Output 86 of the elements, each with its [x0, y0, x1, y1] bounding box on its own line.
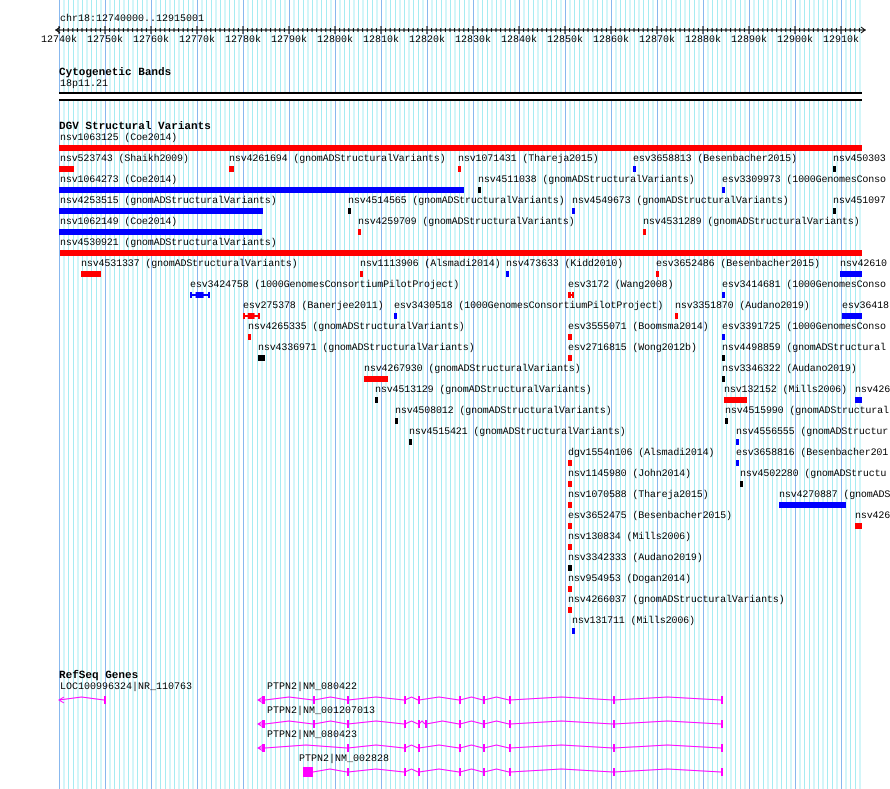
tick-label: 12900k — [777, 35, 813, 47]
variant-label[interactable]: nsv4531289 (gnomADStructuralVariants) — [643, 217, 860, 229]
variant-label[interactable]: nsv4259709 (gnomADStructuralVariants) — [358, 217, 574, 229]
variant-label[interactable]: nsv3346322 (Audano2019) — [722, 364, 857, 376]
variant-label[interactable]: nsv4514565 (gnomADStructuralVariants) — [348, 196, 564, 208]
tick-label: 12800k — [317, 35, 353, 47]
tick-label: 12850k — [547, 35, 583, 47]
variant-label[interactable]: esv3172 (Wang2008) — [568, 280, 674, 292]
variant-label[interactable]: esv3430518 (1000GenomesConsortiumPilotProject) — [394, 301, 664, 313]
variant-label[interactable]: nsv4515421 (gnomADStructuralVariants) — [409, 427, 626, 439]
variant-label[interactable]: nsv4270887 (gnomADS — [779, 490, 890, 502]
variant-label[interactable]: nsv1070588 (Thareja2015) — [568, 490, 708, 502]
variant-label[interactable]: esv3652475 (Besenbacher2015) — [568, 511, 732, 523]
variant-label[interactable]: nsv451097 — [833, 196, 886, 208]
gene-label[interactable]: PTPN2|NM_002828 — [299, 754, 390, 766]
variant-label[interactable]: nsv4556555 (gnomADStructur — [736, 427, 888, 439]
tick-label: 12740k — [41, 35, 77, 47]
variant-label[interactable]: nsv1062149 (Coe2014) — [60, 217, 178, 229]
track-title: DGV Structural Variants — [59, 121, 211, 133]
variant-label[interactable]: nsv4531337 (gnomADStructuralVariants) — [81, 259, 298, 271]
variant-label[interactable]: nsv4502280 (gnomADStructu — [740, 469, 886, 481]
variant-label[interactable]: nsv4513129 (gnomADStructuralVariants) — [375, 385, 592, 397]
tick-label: 12780k — [225, 35, 261, 47]
gene-label[interactable]: LOC100996324|NR_110763 — [60, 682, 192, 694]
tick-label: 12820k — [409, 35, 445, 47]
variant-label[interactable]: nsv4508012 (gnomADStructuralVariants) — [395, 406, 612, 418]
region-title: chr18:12740000..12915001 — [60, 14, 204, 26]
variant-label[interactable]: esv3391725 (1000GenomesConso — [722, 322, 886, 334]
variant-label[interactable]: nsv1071431 (Thareja2015) — [458, 154, 598, 166]
variant-label[interactable]: nsv1064273 (Coe2014) — [60, 175, 178, 187]
variant-label[interactable]: nsv4549673 (gnomADStructuralVariants) — [572, 196, 788, 208]
variant-label[interactable]: nsv3351870 (Audano2019) — [675, 301, 810, 313]
variant-label[interactable]: nsv450303 — [833, 154, 886, 166]
tick-label: 12810k — [363, 35, 399, 47]
variant-label[interactable]: nsv473633 (Kidd2010) — [506, 259, 624, 271]
variant-label[interactable]: esv275378 (Banerjee2011) — [243, 301, 384, 313]
tick-label: 12760k — [133, 35, 169, 47]
variant-label[interactable]: nsv42610 — [840, 259, 887, 271]
variant-label[interactable]: nsv1145980 (John2014) — [568, 469, 691, 481]
variant-label[interactable]: nsv4261694 (gnomADStructuralVariants) — [229, 154, 446, 166]
variant-label[interactable]: nsv132152 (Mills2006) — [724, 385, 847, 397]
variant-label[interactable]: nsv4530921 (gnomADStructuralVariants) — [60, 238, 276, 250]
variant-label[interactable]: dgv1554n106 (Alsmadi2014) — [568, 448, 714, 460]
variant-label[interactable]: esv36418 — [842, 301, 889, 313]
variant-label[interactable]: nsv523743 (Shaikh2009) — [60, 154, 189, 166]
variant-label[interactable]: nsv130834 (Mills2006) — [568, 532, 691, 544]
variant-label[interactable]: nsv131711 (Mills2006) — [572, 616, 695, 628]
variant-label[interactable]: nsv426 — [855, 385, 890, 397]
variant-label[interactable]: esv3555071 (Boomsma2014) — [568, 322, 708, 334]
tick-label: 12880k — [685, 35, 721, 47]
variant-label[interactable]: esv3309973 (1000GenomesConso — [722, 175, 886, 187]
variant-label[interactable]: nsv4511038 (gnomADStructuralVariants) — [478, 175, 694, 187]
tick-label: 12840k — [501, 35, 537, 47]
tick-label: 12870k — [639, 35, 675, 47]
track-title: RefSeq Genes — [59, 670, 138, 682]
variant-label[interactable]: nsv4265335 (gnomADStructuralVariants) — [248, 322, 464, 334]
variant-label[interactable]: esv3652486 (Besenbacher2015) — [656, 259, 820, 271]
variant-label[interactable]: esv3658816 (Besenbacher201 — [736, 448, 888, 460]
variant-label[interactable]: nsv4267930 (gnomADStructuralVariants) — [364, 364, 580, 376]
tick-label: 12770k — [179, 35, 215, 47]
band-label: 18p11.21 — [60, 79, 108, 91]
gene-model-drawing — [58, 695, 107, 705]
variant-label[interactable]: esv3424758 (1000GenomesConsortiumPilotProject) — [190, 280, 460, 292]
variant-label[interactable]: nsv4498859 (gnomADStructural — [722, 343, 886, 355]
tick-label: 12910k — [823, 35, 859, 47]
variant-label[interactable]: nsv4253515 (gnomADStructuralVariants) — [60, 196, 276, 208]
variant-label[interactable]: esv2716815 (Wong2012b) — [568, 343, 697, 355]
variant-label[interactable]: nsv1063125 (Coe2014) — [60, 133, 178, 145]
tick-label: 12790k — [271, 35, 307, 47]
tick-label: 12830k — [455, 35, 491, 47]
variant-label[interactable]: nsv4266037 (gnomADStructuralVariants) — [568, 595, 784, 607]
tick-label: 12750k — [87, 35, 123, 47]
variant-label[interactable]: nsv426 — [855, 511, 890, 523]
variant-label[interactable]: nsv3342333 (Audano2019) — [568, 553, 703, 565]
gene-label[interactable]: PTPN2|NM_080423 — [267, 730, 358, 742]
gene-label[interactable]: PTPN2|NM_001207013 — [267, 706, 376, 718]
tick-label: 12890k — [731, 35, 767, 47]
variant-label[interactable]: esv3658813 (Besenbacher2015) — [633, 154, 797, 166]
variant-label[interactable]: esv3414681 (1000GenomesConso — [722, 280, 886, 292]
gene-label[interactable]: PTPN2|NM_080422 — [267, 682, 358, 694]
tick-label: 12860k — [593, 35, 629, 47]
variant-label[interactable]: nsv4515990 (gnomADStructural — [725, 406, 889, 418]
track-title: Cytogenetic Bands — [59, 67, 172, 79]
variant-label[interactable]: nsv954953 (Dogan2014) — [568, 574, 691, 586]
variant-label[interactable]: nsv1113906 (Alsmadi2014) — [360, 259, 500, 271]
variant-label[interactable]: nsv4336971 (gnomADStructuralVariants) — [258, 343, 474, 355]
